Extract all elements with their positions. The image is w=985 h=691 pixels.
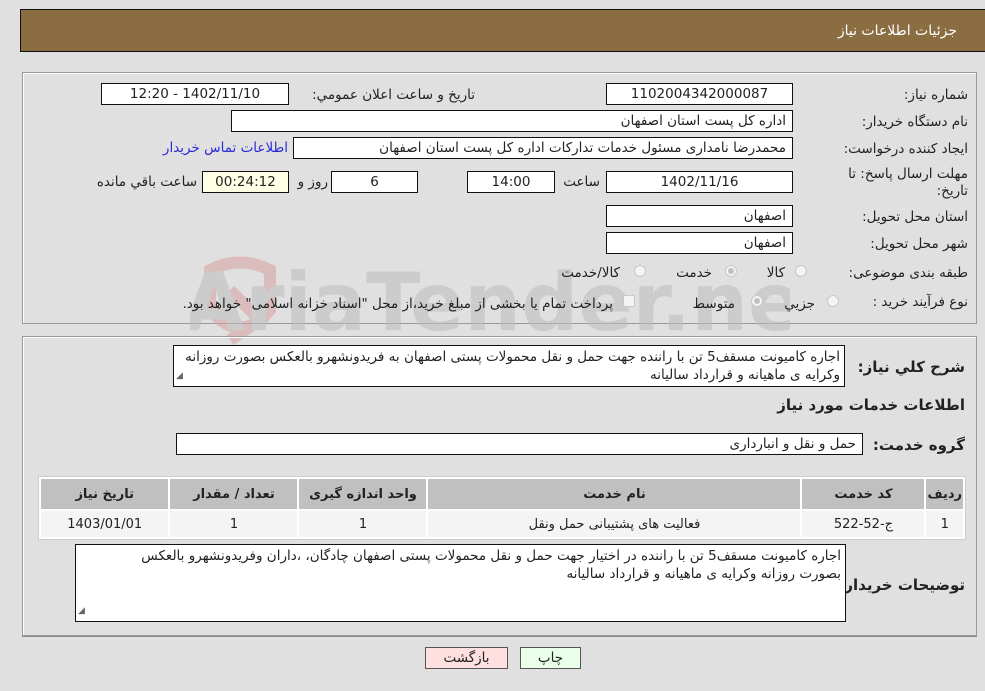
category-option-goods: کالا — [766, 265, 785, 281]
service-group-field: حمل و نقل و انبارداری — [176, 433, 863, 455]
purchase-radio-medium[interactable] — [751, 295, 763, 307]
description-textarea[interactable]: اجاره کامیونت مسقف5 تن با راننده جهت حمل… — [173, 345, 845, 387]
services-heading: اطلاعات خدمات مورد نیاز — [777, 396, 965, 414]
announce-field: 1402/11/10 - 12:20 — [101, 83, 289, 105]
remaining-label: ساعت باقي مانده — [96, 174, 197, 190]
service-group-label: گروه خدمت: — [872, 436, 965, 454]
purchase-type-label: نوع فرآیند خرید : — [872, 294, 968, 310]
purchase-option-medium: متوسط — [692, 296, 735, 312]
province-label: استان محل تحویل: — [862, 209, 968, 225]
buyer-contact-link[interactable]: اطلاعات تماس خریدار — [163, 140, 288, 156]
col-row: ردیف — [926, 479, 963, 509]
divider — [22, 636, 977, 637]
buyer-org-field: اداره کل پست استان اصفهان — [231, 110, 793, 132]
remaining-days-field: 6 — [331, 171, 418, 193]
cell-qty: 1 — [170, 511, 298, 537]
col-code: کد خدمت — [802, 479, 925, 509]
description-label: شرح کلي نیاز: — [857, 358, 965, 376]
remaining-time-field: 00:24:12 — [202, 171, 289, 193]
col-date: تاریخ نیاز — [41, 479, 169, 509]
cell-row: 1 — [926, 511, 963, 537]
category-label: طبقه بندی موضوعی: — [848, 265, 968, 281]
city-field: اصفهان — [606, 232, 793, 254]
resize-grip-icon[interactable]: ◢ — [176, 367, 183, 385]
deadline-label-line2: تاریخ: — [936, 183, 968, 199]
purchase-radio-minor[interactable] — [827, 295, 839, 307]
announce-label: تاریخ و ساعت اعلان عمومي: — [312, 87, 475, 103]
table-header-row: ردیف کد خدمت نام خدمت واحد اندازه گیری ت… — [41, 479, 963, 509]
page-header: جزئیات اطلاعات نیاز — [20, 9, 985, 52]
deadline-time-label: ساعت — [563, 174, 600, 190]
cell-name: فعالیت های پشتیبانی حمل ونقل — [428, 511, 801, 537]
need-number-field: 1102004342000087 — [606, 83, 793, 105]
category-radio-goods-service[interactable] — [634, 265, 646, 277]
back-button[interactable]: بازگشت — [425, 647, 508, 669]
buyer-notes-text: اجاره کامیونت مسقف5 تن با راننده در اختی… — [141, 548, 841, 582]
requester-field: محمدرضا نامداری مسئول خدمات تدارکات ادار… — [293, 137, 793, 159]
category-option-goods-service: کالا/خدمت — [561, 265, 620, 281]
province-field: اصفهان — [606, 205, 793, 227]
description-text: اجاره کامیونت مسقف5 تن با راننده جهت حمل… — [185, 349, 840, 383]
purchase-option-minor: جزیي — [784, 296, 815, 312]
cell-unit: 1 — [299, 511, 427, 537]
days-label: روز و — [297, 174, 328, 190]
buyer-org-label: نام دستگاه خریدار: — [861, 114, 968, 130]
category-option-service: خدمت — [676, 265, 712, 281]
treasury-note: پرداخت تمام یا بخشی از مبلغ خرید،از محل … — [182, 296, 613, 312]
deadline-date-field: 1402/11/16 — [606, 171, 793, 193]
page-title: جزئیات اطلاعات نیاز — [837, 23, 957, 39]
treasury-checkbox[interactable] — [623, 295, 635, 307]
resize-grip-icon[interactable]: ◢ — [78, 602, 85, 620]
print-button[interactable]: چاپ — [520, 647, 581, 669]
city-label: شهر محل تحویل: — [870, 236, 968, 252]
cell-date: 1403/01/01 — [41, 511, 169, 537]
requester-label: ایجاد کننده درخواست: — [843, 141, 968, 157]
col-qty: تعداد / مقدار — [170, 479, 298, 509]
need-number-label: شماره نیاز: — [903, 87, 968, 103]
col-name: نام خدمت — [428, 479, 801, 509]
services-table: ردیف کد خدمت نام خدمت واحد اندازه گیری ت… — [38, 476, 966, 540]
deadline-label-line1: مهلت ارسال پاسخ: تا — [848, 166, 968, 182]
table-row: 1 ج-52-522 فعالیت های پشتیبانی حمل ونقل … — [41, 511, 963, 537]
col-unit: واحد اندازه گیری — [299, 479, 427, 509]
category-radio-service[interactable] — [725, 265, 737, 277]
buyer-notes-textarea[interactable]: اجاره کامیونت مسقف5 تن با راننده در اختی… — [75, 544, 846, 622]
category-radio-goods[interactable] — [795, 265, 807, 277]
deadline-time-field: 14:00 — [467, 171, 555, 193]
buyer-notes-label: توضیحات خریدار: — [838, 576, 965, 594]
cell-code: ج-52-522 — [802, 511, 925, 537]
